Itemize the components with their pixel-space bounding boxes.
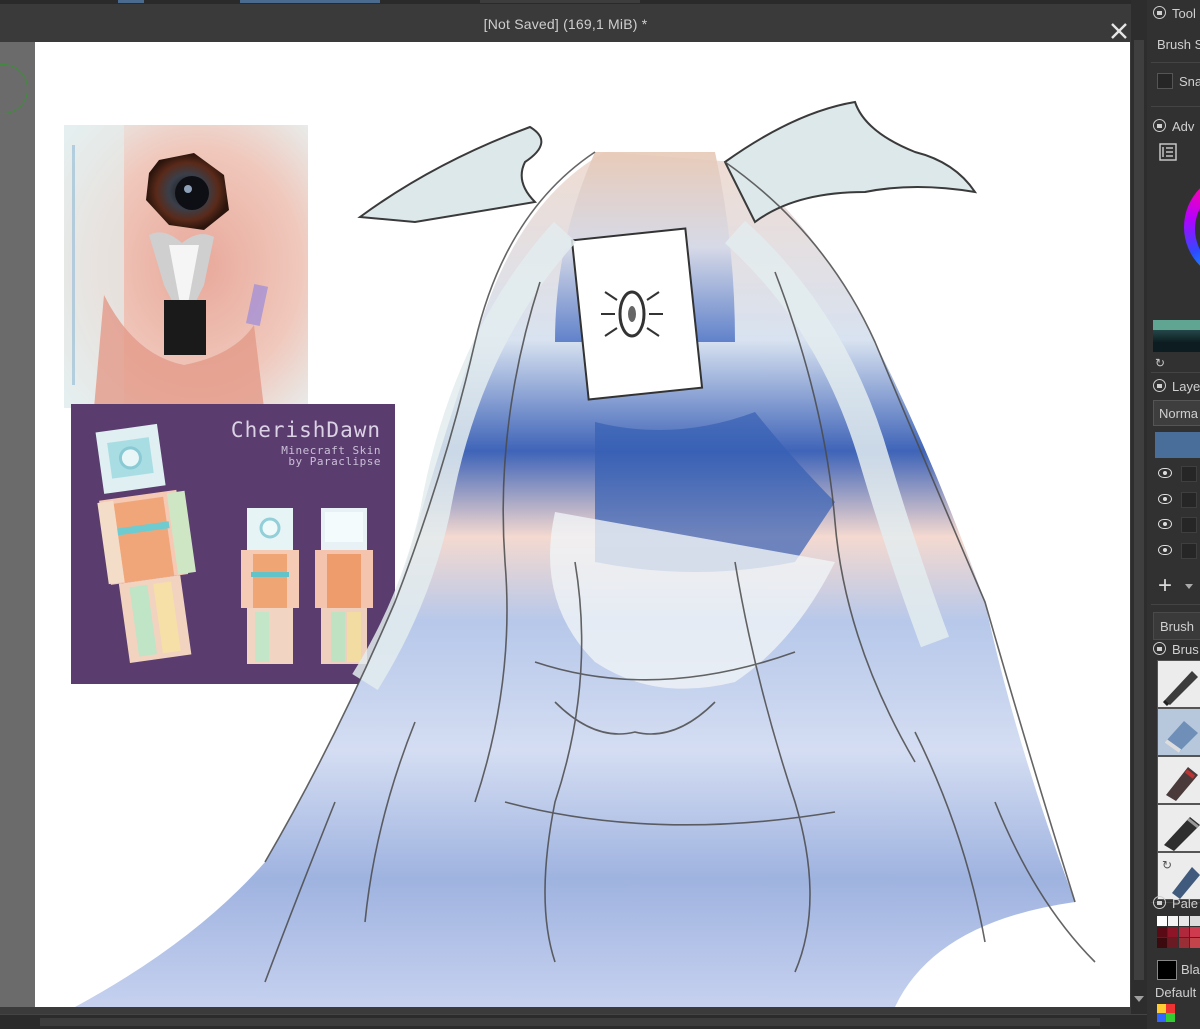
color-history-bar[interactable] bbox=[1153, 320, 1200, 330]
brush-presets-header[interactable]: Brus bbox=[1153, 642, 1199, 660]
vertical-scrollbar-thumb[interactable] bbox=[1134, 40, 1144, 980]
document-title-bar: [Not Saved] (169,1 MiB) * bbox=[0, 4, 1131, 42]
advanced-color-title: Adv bbox=[1172, 119, 1195, 134]
brush-preset-eraser[interactable] bbox=[1157, 708, 1200, 756]
layer-row[interactable] bbox=[1153, 462, 1200, 484]
layer-row[interactable] bbox=[1153, 488, 1200, 510]
snap-checkbox[interactable] bbox=[1157, 73, 1173, 89]
brush-preset-ink[interactable] bbox=[1157, 804, 1200, 852]
list-settings-icon[interactable] bbox=[1159, 143, 1177, 161]
palette-header[interactable]: Pale bbox=[1153, 896, 1198, 914]
snap-label: Sna bbox=[1179, 74, 1200, 89]
divider bbox=[1151, 372, 1200, 373]
document-window: [Not Saved] (169,1 MiB) * CherishDawn Mi… bbox=[0, 0, 1131, 1014]
palette-name: Default bbox=[1155, 985, 1197, 1000]
palette-title: Pale bbox=[1172, 896, 1199, 911]
window-tab[interactable] bbox=[118, 0, 144, 3]
layers-title: Laye bbox=[1172, 379, 1200, 394]
brush-preset-marker[interactable] bbox=[1157, 756, 1200, 804]
palette-swatch[interactable] bbox=[1168, 927, 1178, 937]
layer-thumbnail bbox=[1181, 492, 1197, 508]
advanced-color-header[interactable]: Adv bbox=[1153, 119, 1194, 137]
lock-icon[interactable] bbox=[1153, 642, 1166, 655]
document-title: [Not Saved] (169,1 MiB) * bbox=[483, 16, 648, 32]
canvas-bottom-margin bbox=[0, 1007, 1131, 1014]
brush-presets-title: Brus bbox=[1172, 642, 1199, 657]
layer-thumbnail bbox=[1181, 517, 1197, 533]
blend-mode-value: Norma bbox=[1159, 406, 1199, 421]
layer-thumbnail bbox=[1181, 466, 1197, 482]
palette-swatch[interactable] bbox=[1190, 927, 1200, 937]
add-layer-button[interactable]: + bbox=[1158, 574, 1172, 598]
layers-header[interactable]: Laye bbox=[1153, 379, 1200, 397]
lock-icon[interactable] bbox=[1153, 896, 1166, 909]
lock-icon[interactable] bbox=[1153, 6, 1166, 19]
right-docker-panel: Tool Brush S Sna Adv ↻ Laye Norma + Brus… bbox=[1147, 0, 1200, 1028]
scroll-down-arrow-icon[interactable] bbox=[1134, 996, 1144, 1002]
palette-swatch[interactable] bbox=[1190, 916, 1200, 926]
divider bbox=[1151, 62, 1200, 63]
palette-swatch[interactable] bbox=[1179, 927, 1189, 937]
foreground-color-swatch[interactable] bbox=[1157, 960, 1177, 980]
active-layer-row[interactable] bbox=[1155, 432, 1200, 458]
eye-icon[interactable] bbox=[1158, 468, 1172, 478]
brush-size-label: Brush S bbox=[1157, 37, 1200, 52]
brush-preset-pen[interactable] bbox=[1157, 660, 1200, 708]
tool-options-header[interactable]: Tool bbox=[1153, 6, 1196, 24]
palette-swatch[interactable] bbox=[1168, 938, 1178, 948]
eye-icon[interactable] bbox=[1158, 494, 1172, 504]
brush-presets-tab[interactable]: Brush bbox=[1153, 612, 1200, 640]
lock-icon[interactable] bbox=[1153, 379, 1166, 392]
palette-swatch[interactable] bbox=[1157, 916, 1167, 926]
palette-icon[interactable] bbox=[1157, 1004, 1175, 1022]
divider bbox=[1151, 106, 1200, 107]
eye-icon[interactable] bbox=[1158, 545, 1172, 555]
vertical-scrollbar[interactable] bbox=[1131, 0, 1147, 1014]
tool-options-title: Tool bbox=[1172, 6, 1196, 21]
canvas-rotation-indicator bbox=[0, 64, 28, 114]
palette-swatch[interactable] bbox=[1179, 938, 1189, 948]
horizontal-scrollbar-thumb[interactable] bbox=[40, 1018, 1100, 1026]
refresh-icon[interactable]: ↻ bbox=[1155, 356, 1165, 370]
eye-icon[interactable] bbox=[1158, 519, 1172, 529]
layer-thumbnail bbox=[1181, 543, 1197, 559]
color-saturation-bar[interactable] bbox=[1153, 342, 1200, 352]
brush-preset-airbrush[interactable]: ↻ bbox=[1157, 852, 1200, 900]
chevron-down-icon[interactable] bbox=[1185, 584, 1193, 589]
blend-mode-select[interactable]: Norma bbox=[1153, 400, 1200, 426]
palette-swatch[interactable] bbox=[1190, 938, 1200, 948]
window-tab[interactable] bbox=[480, 0, 640, 3]
sketch-artwork bbox=[75, 100, 1096, 1007]
horizontal-scrollbar[interactable] bbox=[0, 1014, 1147, 1029]
palette-swatch[interactable] bbox=[1179, 916, 1189, 926]
window-tab[interactable] bbox=[240, 0, 380, 3]
palette-swatch[interactable] bbox=[1157, 938, 1167, 948]
color-value-bar[interactable] bbox=[1153, 330, 1200, 342]
svg-text:↻: ↻ bbox=[1162, 858, 1172, 872]
canvas-left-margin bbox=[0, 42, 35, 1014]
palette-swatch[interactable] bbox=[1157, 927, 1167, 937]
brush-tab-label: Brush bbox=[1160, 619, 1194, 634]
layer-row[interactable] bbox=[1153, 513, 1200, 535]
palette-swatch[interactable] bbox=[1168, 916, 1178, 926]
foreground-color-label: Blac bbox=[1181, 962, 1200, 977]
lock-icon[interactable] bbox=[1153, 119, 1166, 132]
divider bbox=[1151, 604, 1200, 605]
layer-row[interactable] bbox=[1153, 539, 1200, 561]
drawing-canvas[interactable]: CherishDawn Minecraft Skin by Paraclipse bbox=[35, 42, 1130, 1007]
close-icon[interactable] bbox=[1106, 18, 1132, 44]
